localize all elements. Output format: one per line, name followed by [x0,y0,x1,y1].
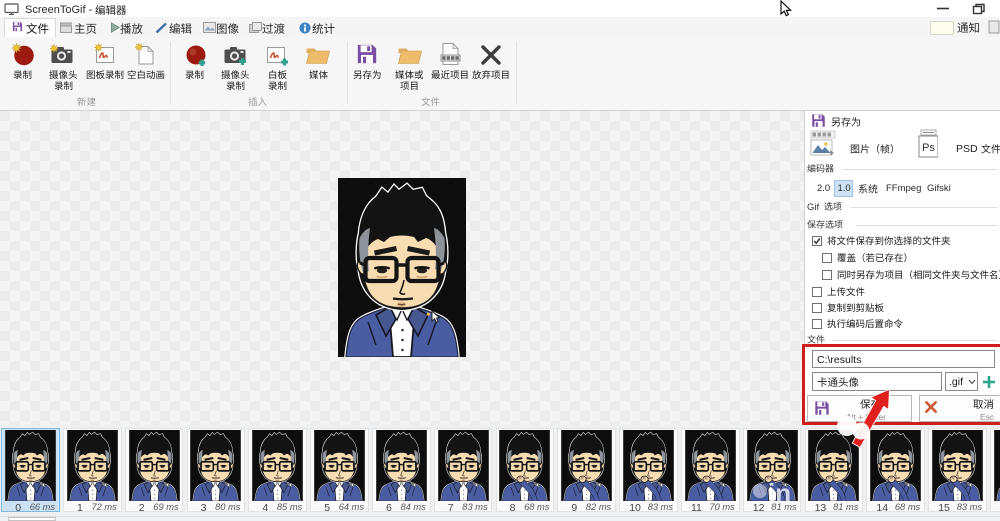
svg-text:Ps: Ps [922,142,935,154]
svg-text:y: y [858,427,863,437]
